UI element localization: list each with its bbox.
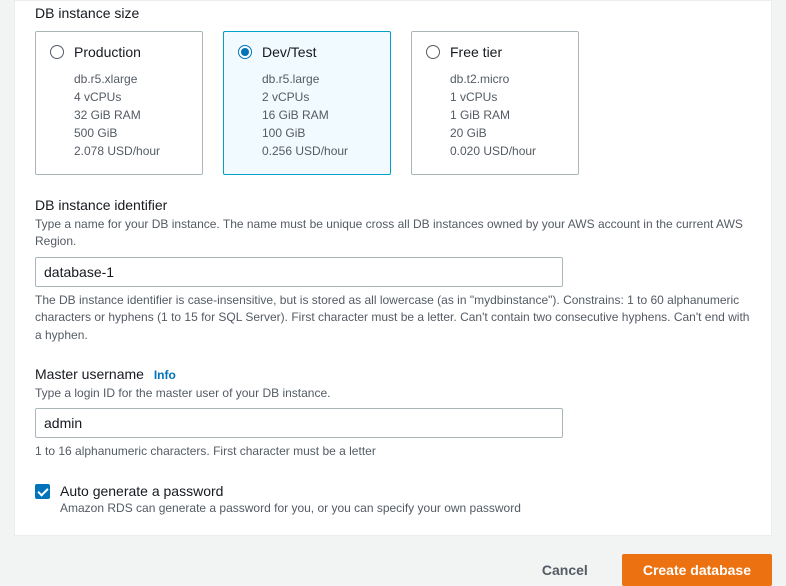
identifier-desc: Type a name for your DB instance. The na… bbox=[35, 216, 751, 251]
identifier-label: DB instance identifier bbox=[35, 197, 751, 213]
spec-line: 1 vCPUs bbox=[450, 88, 564, 106]
spec-line: 0.256 USD/hour bbox=[262, 142, 376, 160]
tile-title: Free tier bbox=[450, 44, 502, 60]
master-username-label: Master username bbox=[35, 366, 144, 382]
db-instance-size-label: DB instance size bbox=[35, 5, 751, 21]
radio-production[interactable] bbox=[50, 45, 64, 59]
footer-actions: Cancel Create database bbox=[0, 536, 786, 586]
master-username-constraint: 1 to 16 alphanumeric characters. First c… bbox=[35, 443, 751, 460]
tile-specs: db.r5.large 2 vCPUs 16 GiB RAM 100 GiB 0… bbox=[262, 70, 376, 160]
master-username-block: Master username Info Type a login ID for… bbox=[35, 366, 751, 461]
identifier-input[interactable] bbox=[35, 257, 563, 287]
tile-title: Production bbox=[74, 44, 141, 60]
spec-line: 20 GiB bbox=[450, 124, 564, 142]
info-link[interactable]: Info bbox=[154, 368, 176, 382]
radio-dev-test[interactable] bbox=[238, 45, 252, 59]
settings-panel: DB instance size Production db.r5.xlarge… bbox=[14, 0, 772, 536]
cancel-button[interactable]: Cancel bbox=[522, 555, 608, 585]
spec-line: db.r5.large bbox=[262, 70, 376, 88]
tile-title: Dev/Test bbox=[262, 44, 316, 60]
spec-line: db.t2.micro bbox=[450, 70, 564, 88]
tile-dev-test[interactable]: Dev/Test db.r5.large 2 vCPUs 16 GiB RAM … bbox=[223, 31, 391, 175]
auto-generate-password-checkbox[interactable] bbox=[35, 484, 50, 499]
tile-specs: db.t2.micro 1 vCPUs 1 GiB RAM 20 GiB 0.0… bbox=[450, 70, 564, 160]
spec-line: 100 GiB bbox=[262, 124, 376, 142]
auto-generate-password-desc: Amazon RDS can generate a password for y… bbox=[60, 501, 521, 515]
create-database-button[interactable]: Create database bbox=[622, 554, 772, 586]
spec-line: 1 GiB RAM bbox=[450, 106, 564, 124]
master-username-input[interactable] bbox=[35, 408, 563, 438]
radio-free-tier[interactable] bbox=[426, 45, 440, 59]
tile-specs: db.r5.xlarge 4 vCPUs 32 GiB RAM 500 GiB … bbox=[74, 70, 188, 160]
tile-free-tier[interactable]: Free tier db.t2.micro 1 vCPUs 1 GiB RAM … bbox=[411, 31, 579, 175]
auto-generate-password-label: Auto generate a password bbox=[60, 483, 521, 499]
master-username-desc: Type a login ID for the master user of y… bbox=[35, 385, 751, 402]
identifier-constraint: The DB instance identifier is case-insen… bbox=[35, 292, 751, 344]
spec-line: 4 vCPUs bbox=[74, 88, 188, 106]
spec-line: 32 GiB RAM bbox=[74, 106, 188, 124]
tile-production[interactable]: Production db.r5.xlarge 4 vCPUs 32 GiB R… bbox=[35, 31, 203, 175]
spec-line: 2 vCPUs bbox=[262, 88, 376, 106]
identifier-block: DB instance identifier Type a name for y… bbox=[35, 197, 751, 344]
spec-line: db.r5.xlarge bbox=[74, 70, 188, 88]
spec-line: 16 GiB RAM bbox=[262, 106, 376, 124]
instance-size-tiles: Production db.r5.xlarge 4 vCPUs 32 GiB R… bbox=[35, 31, 751, 175]
spec-line: 2.078 USD/hour bbox=[74, 142, 188, 160]
spec-line: 500 GiB bbox=[74, 124, 188, 142]
spec-line: 0.020 USD/hour bbox=[450, 142, 564, 160]
auto-generate-password-row: Auto generate a password Amazon RDS can … bbox=[35, 483, 751, 515]
